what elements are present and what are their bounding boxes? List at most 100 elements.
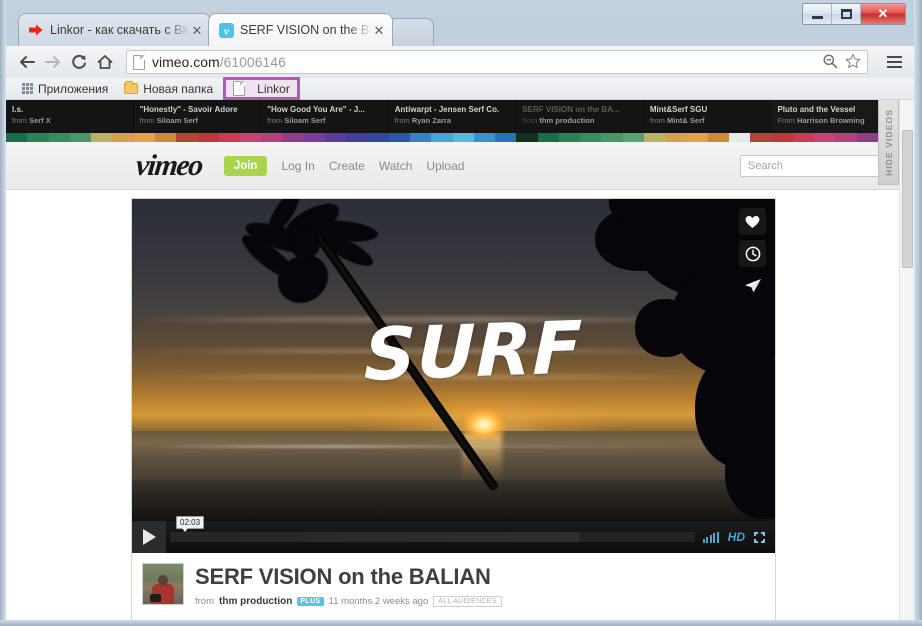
- player-controls-right: HD: [702, 530, 775, 544]
- color-bar: [643, 133, 666, 142]
- related-video-author: from Mint& Serf: [649, 116, 705, 125]
- related-video-item[interactable]: SERF VISION on the BA... from thm product…: [516, 100, 644, 133]
- bookmark-apps[interactable]: Приложения: [16, 80, 114, 98]
- related-video-item[interactable]: Antiwarpt - Jensen Serf Co. from Ryan Zar…: [389, 100, 517, 133]
- search-box[interactable]: [740, 154, 914, 177]
- tab-serf-vision[interactable]: v SERF VISION on the BALIA ✕: [208, 13, 393, 46]
- surf-overlay-text: SURF: [363, 305, 584, 397]
- video-player[interactable]: SURF 02:03 HD: [132, 199, 775, 553]
- watch-later-clock-icon[interactable]: [739, 240, 766, 267]
- seek-bar-container[interactable]: 02:03: [166, 516, 703, 553]
- play-button[interactable]: [132, 521, 166, 553]
- nav-log-in[interactable]: Log In: [281, 159, 314, 173]
- color-bar: [303, 133, 325, 142]
- color-bar: [537, 133, 559, 142]
- red-arrow-icon: [28, 22, 44, 38]
- color-bar: [495, 133, 517, 142]
- related-video-item[interactable]: l.s. from Serf X: [6, 100, 134, 133]
- color-bar: [27, 133, 49, 142]
- maximize-button[interactable]: [832, 4, 861, 24]
- nav-create[interactable]: Create: [329, 159, 365, 173]
- nav-upload[interactable]: Upload: [426, 159, 464, 173]
- search-input[interactable]: [748, 159, 890, 172]
- related-video-title: "Honestly" - Savoir Adore: [139, 105, 238, 114]
- back-icon[interactable]: [14, 49, 40, 75]
- page-icon: [233, 81, 246, 96]
- color-bar: [239, 133, 262, 142]
- related-video-author: from Siloam Serf: [267, 116, 326, 125]
- home-icon[interactable]: [92, 49, 118, 75]
- fullscreen-icon[interactable]: [754, 531, 765, 543]
- color-bar: [665, 133, 687, 142]
- like-icon[interactable]: [739, 208, 766, 235]
- bookmark-new-folder[interactable]: Новая папка: [118, 80, 219, 98]
- color-bar: [431, 133, 453, 142]
- from-prefix: from: [195, 596, 214, 607]
- folder-icon: [124, 81, 139, 94]
- related-video-author: from Siloam Serf: [139, 116, 198, 125]
- color-bar: [771, 133, 793, 142]
- video-title-group: SERF VISION on the BALIAN from thm produ…: [195, 563, 502, 620]
- palm-crown: [290, 229, 320, 259]
- color-bar: [601, 133, 623, 142]
- avatar[interactable]: [142, 563, 184, 605]
- tab-strip: Linkor - как скачать с ВК ✕ v SERF VISIO…: [0, 0, 922, 46]
- share-icon[interactable]: [739, 272, 766, 299]
- related-video-item[interactable]: "Honestly" - Savoir Adore from Siloam Ser…: [134, 100, 262, 133]
- color-bar: [856, 133, 878, 142]
- new-tab-button[interactable]: [388, 18, 434, 46]
- color-bar: [261, 133, 283, 142]
- reload-icon[interactable]: [66, 49, 92, 75]
- color-bar: [324, 133, 347, 142]
- address-bar[interactable]: vimeo.com/61006146: [126, 50, 868, 74]
- color-bar: [346, 133, 368, 142]
- related-video-title: "How Good You Are" - J...: [267, 105, 365, 114]
- hide-videos-tab[interactable]: HIDE VIDEOS: [878, 100, 899, 185]
- chrome-menu-icon[interactable]: [882, 50, 906, 74]
- color-bar: [729, 133, 751, 142]
- scrollbar-thumb[interactable]: [902, 130, 913, 268]
- nav-watch[interactable]: Watch: [379, 159, 413, 173]
- vimeo-logo[interactable]: vimeo: [134, 149, 203, 183]
- color-bar: [133, 133, 155, 142]
- minimize-button[interactable]: [803, 4, 832, 24]
- seek-bar[interactable]: [170, 532, 695, 542]
- bookmark-star-icon[interactable]: [845, 53, 861, 72]
- color-bar: [686, 133, 708, 142]
- player-controls: 02:03 HD: [132, 516, 775, 553]
- close-button[interactable]: ✕: [861, 4, 905, 24]
- bookmark-linkor[interactable]: Linkor: [223, 77, 300, 100]
- color-bar: [814, 133, 836, 142]
- zoom-out-icon[interactable]: [822, 53, 838, 72]
- tab-title: SERF VISION on the BALIA: [240, 23, 372, 37]
- related-video-item[interactable]: "How Good You Are" - J... from Siloam Ser…: [261, 100, 389, 133]
- hide-videos-label: HIDE VIDEOS: [883, 108, 894, 176]
- related-video-author: from Ryan Zarra: [394, 116, 452, 125]
- related-video-author: from thm production: [522, 116, 595, 125]
- color-bar: [516, 133, 538, 142]
- author-link[interactable]: thm production: [219, 596, 292, 607]
- sun: [462, 408, 506, 438]
- join-button[interactable]: Join: [223, 155, 268, 176]
- time-tooltip: 02:03: [176, 516, 205, 532]
- browser-window: Linkor - как скачать с ВК ✕ v SERF VISIO…: [0, 0, 922, 626]
- volume-bars-icon[interactable]: [702, 531, 719, 543]
- tab-linkor[interactable]: Linkor - как скачать с ВК ✕: [18, 13, 211, 46]
- color-bar: [580, 133, 602, 142]
- color-bar: [410, 133, 432, 142]
- hd-badge[interactable]: HD: [728, 530, 745, 544]
- tab-close-icon[interactable]: ✕: [190, 24, 204, 37]
- vimeo-nav: Join Log In Create Watch Upload: [223, 155, 464, 176]
- page-scrollbar[interactable]: [899, 100, 914, 620]
- color-bar: [835, 133, 857, 142]
- related-videos-strip: l.s. from Serf X "Honestly" - Savoir Adore…: [6, 100, 900, 133]
- plus-badge: PLUS: [297, 597, 324, 606]
- color-bar: [91, 133, 113, 142]
- color-bar: [792, 133, 815, 142]
- page-content: SURF 02:03 HD SERF VISION on the BALIAN …: [6, 190, 899, 620]
- tab-close-icon[interactable]: ✕: [372, 24, 386, 37]
- color-bar: [622, 133, 644, 142]
- related-video-item[interactable]: Mint&Serf SGU from Mint& Serf: [644, 100, 772, 133]
- forward-icon[interactable]: [40, 49, 66, 75]
- window-controls: ✕: [802, 3, 906, 25]
